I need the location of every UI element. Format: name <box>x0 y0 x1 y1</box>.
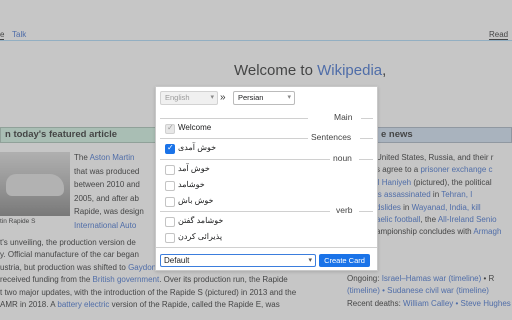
target-language-select[interactable]: Persian ▾ <box>233 91 295 105</box>
verb-1-label: خوشامد گفتن <box>178 216 224 225</box>
section-sentences-label: Sentences <box>311 132 352 142</box>
divider <box>156 247 377 248</box>
sentence-1-label: خوش آمدی <box>178 143 217 152</box>
section-noun-label: noun <box>333 153 352 163</box>
section-main-label: Main <box>334 112 353 122</box>
card-popup: English ▾ » Persian ▾ Main ✓ Welcome Sente… <box>155 86 378 271</box>
divider <box>359 211 373 212</box>
noun-3-label: خوش باش <box>178 196 214 205</box>
divider <box>361 118 373 119</box>
divider <box>160 211 330 212</box>
section-verb-label: verb <box>336 205 353 215</box>
swap-languages-icon[interactable]: » <box>220 92 226 103</box>
divider <box>160 159 330 160</box>
chevron-down-icon: ▾ <box>210 94 214 101</box>
create-card-button[interactable]: Create Card <box>319 254 370 267</box>
divider <box>360 138 373 139</box>
verb-2-label: پذیرائی کردن <box>178 232 223 241</box>
verb-1-checkbox[interactable] <box>165 217 175 227</box>
chevron-down-icon: ▾ <box>308 257 312 264</box>
noun-2-label: خوشامد <box>178 180 205 189</box>
noun-2-checkbox[interactable] <box>165 181 175 191</box>
divider <box>359 159 373 160</box>
sentence-1-checkbox[interactable]: ✓ <box>165 143 175 154</box>
chevron-down-icon: ▾ <box>287 94 291 101</box>
divider <box>160 118 308 119</box>
welcome-checkbox[interactable]: ✓ <box>165 123 175 134</box>
noun-1-label: خوش آمد <box>178 164 210 173</box>
noun-3-checkbox[interactable] <box>165 197 175 207</box>
deck-select[interactable]: Default ▾ <box>160 254 316 267</box>
divider <box>160 138 308 139</box>
welcome-label: Welcome <box>178 123 212 132</box>
noun-1-checkbox[interactable] <box>165 165 175 175</box>
source-language-select[interactable]: English ▾ <box>160 91 218 105</box>
verb-2-checkbox[interactable] <box>165 233 175 243</box>
